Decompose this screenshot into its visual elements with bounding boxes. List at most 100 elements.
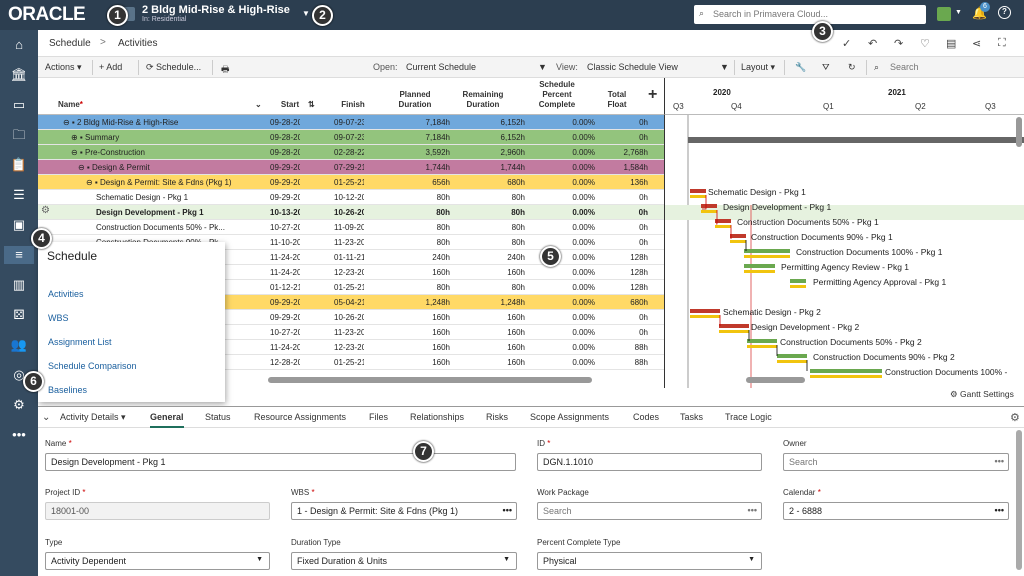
bank-icon[interactable]: 🏛 <box>9 66 29 84</box>
global-search-input[interactable]: ⌕ Search in Primavera Cloud... <box>694 5 926 24</box>
chart-icon[interactable]: ▥ <box>9 276 29 294</box>
gantt-horizontal-scrollbar[interactable] <box>746 377 805 383</box>
undo-icon[interactable]: ↶ <box>868 37 877 50</box>
chevron-down-icon[interactable]: ⌄ <box>255 100 262 110</box>
clipboard-icon[interactable]: 📋 <box>9 156 29 174</box>
flyout-item-schedule-comparison[interactable]: Schedule Comparison <box>48 361 137 371</box>
gantt-settings-button[interactable]: ⚙ Gantt Settings <box>950 389 1014 400</box>
type-select[interactable]: Activity Dependent ▼ <box>45 552 270 570</box>
refresh-icon[interactable]: ↻ <box>848 62 856 73</box>
actions-menu[interactable]: Actions ▾ <box>45 62 82 73</box>
ellipsis-icon[interactable]: ••• <box>748 505 757 515</box>
contacts-icon[interactable]: ▣ <box>9 216 29 234</box>
add-column-icon[interactable]: + <box>648 87 657 103</box>
health-icon[interactable]: ♡ <box>920 37 930 50</box>
cell-total-float: 0h <box>639 118 648 127</box>
table-row[interactable]: Construction Documents 50% - Pk... 10-27-… <box>38 220 664 235</box>
help-icon[interactable]: ? <box>998 6 1011 19</box>
filter-icon[interactable]: ⛛ <box>822 62 830 73</box>
folder-icon[interactable]: 🗀 <box>9 126 29 144</box>
activity-details-dropdown[interactable]: Activity Details ▾ <box>60 412 126 423</box>
tab-resource-assignments[interactable]: Resource Assignments <box>254 412 346 422</box>
project-name[interactable]: 2 Bldg Mid-Rise & High-Rise <box>142 4 290 16</box>
table-row[interactable]: Design Development - Pkg 1 10-13-20 10-26-… <box>38 205 664 220</box>
tab-relationships[interactable]: Relationships <box>410 412 464 422</box>
collapse-icon[interactable]: ⌄ <box>42 412 50 423</box>
layout-menu[interactable]: Layout ▾ <box>741 62 775 73</box>
print-icon[interactable]: 🖶 <box>221 62 230 78</box>
name-field[interactable]: Design Development - Pkg 1 <box>45 453 516 471</box>
open-select[interactable]: Current Schedule <box>406 62 476 72</box>
gantt-vertical-scrollbar[interactable] <box>1016 117 1022 147</box>
cell-remaining-duration: 6,152h <box>500 133 525 142</box>
id-field[interactable]: DGN.1.1010 <box>537 453 762 471</box>
gear-icon[interactable]: ⚙ <box>9 396 29 414</box>
gear-icon[interactable]: ⚙ <box>1010 411 1020 424</box>
col-schedule-percent-complete[interactable]: Schedule Percent Complete <box>531 80 583 110</box>
flyout-item-baselines[interactable]: Baselines <box>48 385 87 395</box>
flyout-item-wbs[interactable]: WBS <box>48 313 69 323</box>
dice-icon[interactable]: ⚄ <box>9 306 29 324</box>
tab-risks[interactable]: Risks <box>486 412 508 422</box>
redo-icon[interactable]: ↷ <box>894 37 903 50</box>
work-package-field[interactable]: Search ••• <box>537 502 762 520</box>
report-icon[interactable]: ▤ <box>946 37 956 50</box>
fullscreen-icon[interactable]: ⛶ <box>998 37 1006 50</box>
col-finish[interactable]: Finish <box>336 100 370 110</box>
grid-search-input[interactable]: Search <box>890 62 919 72</box>
table-row[interactable]: Schematic Design - Pkg 1 09-29-20 10-12-20… <box>38 190 664 205</box>
avatar[interactable] <box>937 7 951 21</box>
tab-status[interactable]: Status <box>205 412 231 422</box>
home-icon[interactable]: ⌂ <box>9 36 29 54</box>
tab-scope-assignments[interactable]: Scope Assignments <box>530 412 609 422</box>
chevron-down-icon[interactable]: ▼ <box>720 62 729 72</box>
tab-codes[interactable]: Codes <box>633 412 659 422</box>
tab-tasks[interactable]: Tasks <box>680 412 703 422</box>
schedule-button[interactable]: ⟳ Schedule... <box>146 62 201 73</box>
chevron-down-icon[interactable]: ▼ <box>302 9 310 18</box>
details-vertical-scrollbar[interactable] <box>1016 430 1022 570</box>
add-button[interactable]: + Add <box>99 62 122 72</box>
table-row[interactable]: ⊕ ▪ Summary 09-28-20 09-07-23 7,184h 6,152h 0… <box>38 130 664 145</box>
checklist-icon[interactable]: ☰ <box>9 186 29 204</box>
table-row[interactable]: ⊖ ▪ Pre-Construction 09-28-20 02-28-22 3,59… <box>38 145 664 160</box>
flyout-item-activities[interactable]: Activities <box>48 289 84 299</box>
gantt-bar-label: Construction Documents 100% - <box>885 367 1008 377</box>
grid-horizontal-scrollbar[interactable] <box>268 377 592 383</box>
percent-complete-type-select[interactable]: Physical ▼ <box>537 552 762 570</box>
ellipsis-icon[interactable]: ••• <box>503 505 512 515</box>
more-icon[interactable]: ••• <box>9 426 29 444</box>
tab-files[interactable]: Files <box>369 412 388 422</box>
col-remaining-duration[interactable]: Remaining Duration <box>458 90 508 110</box>
breadcrumb-schedule[interactable]: Schedule <box>49 38 91 49</box>
table-row[interactable]: ⊖ ▪ Design & Permit 09-29-20 07-29-21 1,744… <box>38 160 664 175</box>
presentation-icon[interactable]: ▭ <box>9 96 29 114</box>
owner-field[interactable]: Search ••• <box>783 453 1009 471</box>
sort-icon[interactable]: ⇅ <box>308 100 315 110</box>
ellipsis-icon[interactable]: ••• <box>995 505 1004 515</box>
share-icon[interactable]: ⋖ <box>972 37 981 50</box>
flyout-item-assignment-list[interactable]: Assignment List <box>48 337 112 347</box>
chevron-down-icon[interactable]: ▼ <box>955 9 962 16</box>
chevron-down-icon[interactable]: ▼ <box>538 62 547 72</box>
tab-trace-logic[interactable]: Trace Logic <box>725 412 772 422</box>
tab-general[interactable]: General <box>150 412 184 428</box>
wbs-field[interactable]: 1 - Design & Permit: Site & Fdns (Pkg 1)… <box>291 502 517 520</box>
schedule-icon[interactable]: ≡ <box>4 246 34 264</box>
col-start[interactable]: Start <box>273 100 307 110</box>
table-row[interactable]: ⊖ ▪ 2 Bldg Mid-Rise & High-Rise 09-28-20 0… <box>38 115 664 130</box>
people-icon[interactable]: 👥 <box>9 336 29 354</box>
col-total-float[interactable]: Total Float <box>599 90 635 110</box>
ellipsis-icon[interactable]: ••• <box>995 456 1004 466</box>
table-row[interactable]: ⊖ ▪ Design & Permit: Site & Fdns (Pkg 1)… <box>38 175 664 190</box>
calendar-label: Calendar * <box>783 488 821 497</box>
wrench-icon[interactable]: 🔧 <box>795 62 806 73</box>
gear-icon[interactable]: ⚙ <box>41 205 50 216</box>
cell-name: ⊕ ▪ Summary <box>71 133 120 142</box>
calendar-field[interactable]: 2 - 6888 ••• <box>783 502 1009 520</box>
col-name[interactable]: Name* <box>58 100 83 110</box>
view-select[interactable]: Classic Schedule View <box>587 62 678 72</box>
check-icon[interactable]: ✓ <box>842 37 851 50</box>
col-planned-duration[interactable]: Planned Duration <box>391 90 439 110</box>
duration-type-select[interactable]: Fixed Duration & Units ▼ <box>291 552 517 570</box>
